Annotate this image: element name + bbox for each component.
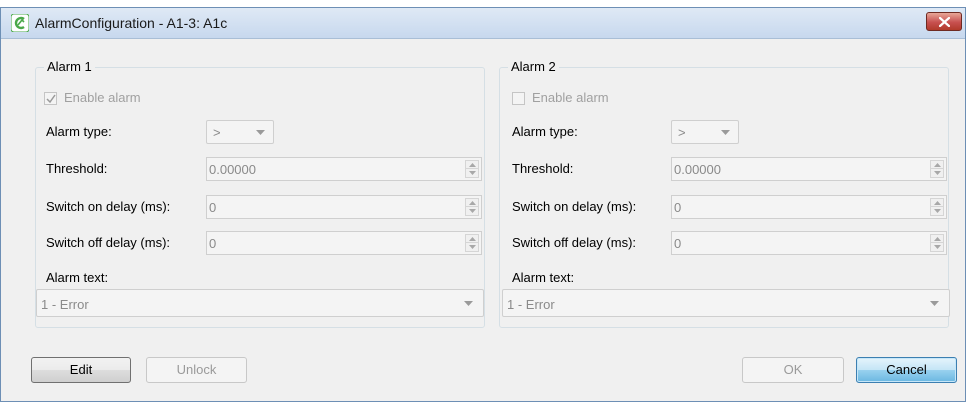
chevron-down-icon	[721, 130, 730, 135]
alarm-2-off-delay-value: 0	[674, 236, 682, 251]
edit-button[interactable]: Edit	[31, 357, 131, 383]
alarm-2-on-delay-value: 0	[674, 200, 682, 215]
spin-down-icon	[469, 245, 476, 249]
spin-down-icon	[934, 171, 941, 175]
chevron-down-icon	[464, 301, 473, 306]
spin-up-icon	[934, 201, 941, 205]
spin-buttons[interactable]	[465, 160, 479, 178]
alarm-1-enable-label: Enable alarm	[64, 90, 141, 105]
alarm-1-type-label: Alarm type:	[46, 124, 112, 139]
alarm-1-text-value: 1 - Error	[41, 297, 89, 312]
alarm-2-text-label: Alarm text:	[512, 270, 575, 285]
alarm-2-legend: Alarm 2	[508, 59, 559, 74]
alarm-configuration-window: AlarmConfiguration - A1-3: A1c Alarm 1 E…	[0, 7, 966, 402]
alarm-1-on-delay-value: 0	[209, 200, 217, 215]
checkbox-box	[512, 92, 525, 105]
spin-up-icon	[469, 237, 476, 241]
alarm-2-on-delay-label: Switch on delay (ms):	[512, 199, 637, 214]
spin-buttons[interactable]	[930, 160, 944, 178]
alarm-2-enable-label: Enable alarm	[532, 90, 609, 105]
spin-down-icon	[469, 209, 476, 213]
alarm-1-text-label: Alarm text:	[46, 270, 109, 285]
alarm-1-off-delay-input[interactable]: 0	[206, 231, 482, 255]
alarm-2-threshold-label: Threshold:	[512, 161, 574, 176]
alarm-2-type-value: >	[678, 125, 686, 140]
alarm-2-on-delay-input[interactable]: 0	[671, 195, 947, 219]
alarm-2-text-select[interactable]: 1 - Error	[502, 289, 950, 317]
alarm-1-off-delay-value: 0	[209, 236, 217, 251]
spin-up-icon	[934, 237, 941, 241]
checkbox-box	[44, 92, 57, 105]
chevron-down-icon	[256, 130, 265, 135]
alarm-2-off-delay-label: Switch off delay (ms):	[512, 235, 637, 250]
alarm-1-legend: Alarm 1	[44, 59, 95, 74]
alarm-1-off-delay-label: Switch off delay (ms):	[46, 235, 171, 250]
alarm-1-type-value: >	[213, 125, 221, 140]
chevron-down-icon	[930, 301, 939, 306]
window-title: AlarmConfiguration - A1-3: A1c	[35, 15, 228, 31]
spin-buttons[interactable]	[930, 234, 944, 252]
alarm-1-text-select[interactable]: 1 - Error	[36, 289, 484, 317]
cancel-button[interactable]: Cancel	[856, 357, 957, 383]
alarm-2-group: Alarm 2 Enable alarm Alarm type: > Thres…	[499, 59, 950, 328]
spin-buttons[interactable]	[930, 198, 944, 216]
alarm-1-threshold-input[interactable]: 0.00000	[206, 157, 482, 181]
spin-up-icon	[934, 163, 941, 167]
spin-up-icon	[469, 163, 476, 167]
alarm-1-group: Alarm 1 Enable alarm Alarm type: > Thres…	[35, 59, 485, 328]
spin-down-icon	[934, 209, 941, 213]
unlock-button[interactable]: Unlock	[146, 357, 247, 383]
spin-buttons[interactable]	[465, 234, 479, 252]
ok-button[interactable]: OK	[742, 357, 844, 383]
alarm-2-type-label: Alarm type:	[512, 124, 578, 139]
alarm-2-text-value: 1 - Error	[507, 297, 555, 312]
alarm-2-type-select[interactable]: >	[671, 120, 739, 144]
alarm-1-threshold-label: Threshold:	[46, 161, 108, 176]
alarm-1-type-select[interactable]: >	[206, 120, 274, 144]
alarm-2-threshold-input[interactable]: 0.00000	[671, 157, 947, 181]
alarm-2-threshold-value: 0.00000	[674, 162, 721, 177]
title-bar: AlarmConfiguration - A1-3: A1c	[1, 8, 965, 39]
spin-buttons[interactable]	[465, 198, 479, 216]
spin-up-icon	[469, 201, 476, 205]
alarm-1-threshold-value: 0.00000	[209, 162, 256, 177]
app-logo-icon	[11, 14, 29, 32]
spin-down-icon	[934, 245, 941, 249]
alarm-2-off-delay-input[interactable]: 0	[671, 231, 947, 255]
alarm-1-on-delay-label: Switch on delay (ms):	[46, 199, 171, 214]
alarm-1-on-delay-input[interactable]: 0	[206, 195, 482, 219]
spin-down-icon	[469, 171, 476, 175]
checkmark-icon	[46, 94, 56, 104]
close-button[interactable]	[926, 12, 962, 31]
close-icon	[939, 17, 950, 27]
